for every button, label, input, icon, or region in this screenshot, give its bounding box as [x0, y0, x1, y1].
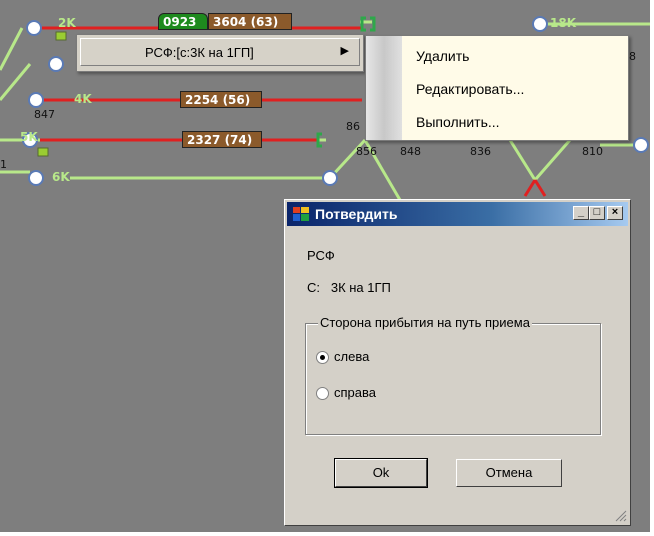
track-number: 86	[346, 120, 360, 133]
submenu-gutter	[366, 36, 402, 140]
track-number: 810	[582, 145, 603, 158]
train-label[interactable]: 2254 (56)	[180, 91, 262, 108]
context-menu-item-route[interactable]: РСФ:[с:3К на 1ГП] ▶	[80, 38, 360, 66]
train-label[interactable]: 2327 (74)	[182, 131, 262, 148]
dialog-title: Потвердить	[315, 206, 398, 222]
track-label-2k: 2K	[58, 16, 76, 30]
track-label-5k: 5K	[20, 130, 38, 144]
track-label-18k: 18K	[550, 16, 576, 30]
window-edge	[650, 0, 654, 536]
ok-button[interactable]: Ok	[334, 458, 428, 488]
radio-right[interactable]	[316, 387, 329, 400]
dialog-titlebar[interactable]: Потвердить _ □ ×	[287, 202, 628, 226]
track-number: 8	[629, 50, 636, 63]
track-number: 836	[470, 145, 491, 158]
submenu-arrow-icon: ▶	[340, 45, 349, 57]
context-menu-item-label: РСФ:[с:3К на 1ГП]	[145, 45, 254, 60]
radio-left-label[interactable]: слева	[334, 349, 369, 364]
arrival-side-group: Сторона прибытия на путь приема слева сп…	[305, 315, 601, 435]
train-label[interactable]: 3604 (63)	[208, 13, 292, 30]
group-label: Сторона прибытия на путь приема	[318, 315, 532, 332]
context-menu: РСФ:[с:3К на 1ГП] ▶	[76, 34, 364, 72]
app-icon	[293, 207, 309, 221]
dialog-route-text: РСФ	[307, 248, 335, 263]
track-number: 1	[0, 158, 7, 171]
track-number: 856	[356, 145, 377, 158]
menu-item-delete[interactable]: Удалить	[416, 48, 469, 64]
maximize-button[interactable]: □	[589, 206, 605, 220]
train-label[interactable]: 0923	[158, 13, 208, 30]
menu-item-edit[interactable]: Редактировать...	[416, 81, 524, 97]
menu-item-execute[interactable]: Выполнить...	[416, 114, 500, 130]
cancel-button[interactable]: Отмена	[456, 459, 562, 487]
window-edge	[0, 532, 654, 536]
track-label-6k: 6K	[52, 170, 70, 184]
minimize-button[interactable]: _	[573, 206, 589, 220]
radio-right-label[interactable]: справа	[334, 385, 376, 400]
confirm-dialog: Потвердить _ □ × РСФ С: 3К на 1ГП Сторон…	[284, 199, 631, 526]
track-label-4k: 4K	[74, 92, 92, 106]
track-number: 847	[34, 108, 55, 121]
track-number: 848	[400, 145, 421, 158]
submenu: Удалить Редактировать... Выполнить...	[365, 35, 629, 141]
resize-grip-icon[interactable]	[615, 510, 627, 522]
close-button[interactable]: ×	[607, 206, 623, 220]
radio-left[interactable]	[316, 351, 329, 364]
dialog-from-text: С: 3К на 1ГП	[307, 280, 391, 295]
radio-selected-dot	[320, 355, 325, 360]
